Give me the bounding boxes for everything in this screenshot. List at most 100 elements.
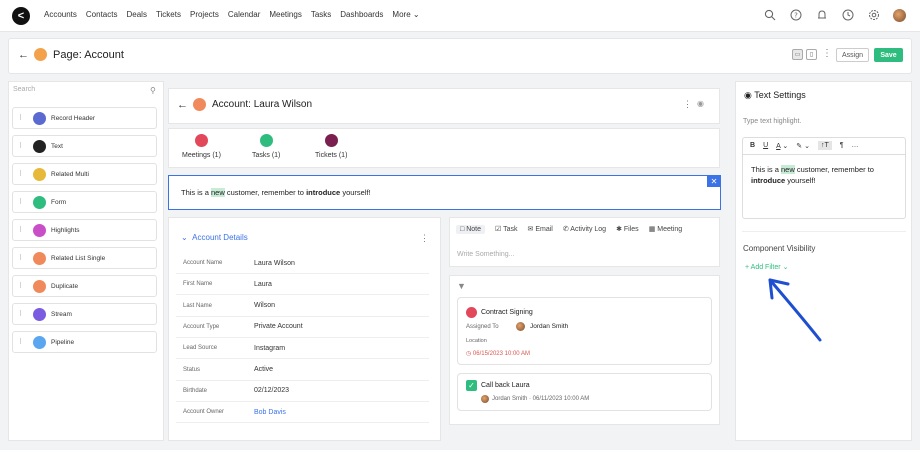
component-label: Related List Single [51,254,106,262]
account-details-title[interactable]: ⌄ Account Details [181,233,248,242]
nav-contacts[interactable]: Contacts [86,10,118,19]
drag-handle-icon[interactable]: ⠇ [19,142,27,150]
settings-icon[interactable]: ◉ [697,99,704,108]
detail-label: Last Name [183,302,213,309]
drag-handle-icon[interactable]: ⠇ [19,114,27,122]
note-input[interactable]: Write Something... [457,251,514,258]
nav-tickets[interactable]: Tickets [156,10,181,19]
component-search-input[interactable]: Search [13,86,159,98]
assignee-avatar [481,395,489,403]
more-options-icon[interactable]: ⋮ [822,48,832,59]
related-meetings[interactable]: Meetings (1) [182,134,221,159]
nav-more[interactable]: More ⌄ [392,10,419,19]
paragraph-button[interactable]: ¶ [840,142,844,149]
task-meta: Jordan Smith · 06/11/2023 10:00 AM [492,396,590,402]
settings-title: ◉ Text Settings [744,90,806,101]
bold-button[interactable]: B [750,142,755,149]
nav-accounts[interactable]: Accounts [44,10,77,19]
record-title: Account: Laura Wilson [212,99,313,110]
mobile-view-icon[interactable]: ▯ [806,49,817,60]
drag-handle-icon[interactable]: ⠇ [19,170,27,178]
hl-post: yourself! [340,188,371,197]
component-item[interactable]: ⠇ Text [12,135,157,157]
component-icon [33,139,46,153]
drag-handle-icon[interactable]: ⠇ [19,310,27,318]
detail-row: Lead Source Instagram [176,338,429,360]
ed-pre: This is a [751,165,782,174]
assign-button[interactable]: Assign [836,48,869,62]
related-tickets[interactable]: Tickets (1) [315,134,347,159]
nav-dashboards[interactable]: Dashboards [340,10,383,19]
component-icon [33,223,46,237]
highlight-button[interactable]: ✎ ⌄ [796,142,810,150]
clock-icon[interactable] [841,8,855,22]
tab-email[interactable]: ✉ Email [528,225,553,234]
tab-activity-log[interactable]: ✆ Activity Log [563,225,606,234]
component-item[interactable]: ⠇ Stream [12,303,157,325]
underline-button[interactable]: U [763,142,768,149]
activity-tabs: □ Note ☑ Task ✉ Email ✆ Activity Log ✱ F… [456,225,682,234]
text-size-button[interactable]: ↑T [817,141,832,150]
detail-label: Account Owner [183,409,225,416]
drag-handle-icon[interactable]: ⠇ [19,198,27,206]
desktop-view-icon[interactable]: ▭ [792,49,803,60]
detail-row: Account Owner Bob Davis [176,402,429,424]
tab-note-label: Note [466,226,481,233]
text-color-button[interactable]: A ⌄ [776,142,788,150]
task-card[interactable] [457,373,712,411]
detail-value[interactable]: Bob Davis [254,409,286,416]
more-icon[interactable]: … [852,142,859,149]
back-arrow-icon[interactable]: ← [18,49,29,61]
component-label: Form [51,198,67,206]
component-item[interactable]: ⠇ Record Header [12,107,157,129]
nav-projects[interactable]: Projects [190,10,219,19]
help-icon[interactable]: ? [789,8,803,22]
drag-handle-icon[interactable]: ⠇ [19,226,27,234]
component-item[interactable]: ⠇ Related List Single [12,247,157,269]
drag-handle-icon[interactable]: ⠇ [19,338,27,346]
page-header [8,38,912,74]
calendar-icon [466,307,477,318]
search-icon[interactable] [763,8,777,22]
nav-tasks[interactable]: Tasks [311,10,331,19]
tab-meeting[interactable]: ▦ Meeting [649,225,682,234]
nav-meetings[interactable]: Meetings [269,10,301,19]
app-logo[interactable]: < [12,7,30,25]
filter-icon[interactable]: ▼ [457,281,466,291]
nav-more-label: More [392,10,411,19]
component-label: Pipeline [51,338,75,346]
component-item[interactable]: ⠇ Highlights [12,219,157,241]
component-item[interactable]: ⠇ Pipeline [12,331,157,353]
component-label: Duplicate [51,282,79,290]
tab-task-label: Task [503,226,518,233]
back-arrow-icon[interactable]: ← [177,99,188,111]
bell-icon[interactable] [815,8,829,22]
related-tickets-label: Tickets (1) [315,152,348,159]
details-options-icon[interactable]: ⋮ [420,233,429,244]
component-item[interactable]: ⠇ Form [12,191,157,213]
component-item[interactable]: ⠇ Duplicate [12,275,157,297]
tab-files[interactable]: ✱ Files [616,225,639,234]
related-tasks[interactable]: Tasks (1) [252,134,280,159]
record-options-icon[interactable]: ⋮ [683,99,692,110]
component-icon [33,279,46,293]
tab-task[interactable]: ☑ Task [495,225,518,234]
drag-handle-icon[interactable]: ⠇ [19,282,27,290]
close-icon[interactable]: ✕ [707,175,721,187]
note-icon: □ [460,226,465,233]
highlight-input[interactable]: Type text highlight. [743,118,801,125]
drag-handle-icon[interactable]: ⠇ [19,254,27,262]
save-button[interactable]: Save [874,48,903,62]
divider [742,231,906,232]
component-item[interactable]: ⠇ Related Multi [12,163,157,185]
email-icon: ✉ [527,226,534,233]
tab-note[interactable]: □ Note [456,225,485,234]
nav-calendar[interactable]: Calendar [228,10,260,19]
component-label: Highlights [51,226,80,234]
user-avatar[interactable] [893,8,906,22]
gear-icon[interactable] [867,8,881,22]
page-title: Page: Account [53,49,124,61]
checkbox-icon[interactable]: ✓ [466,380,477,391]
assignee-avatar [516,322,525,331]
nav-deals[interactable]: Deals [126,10,146,19]
